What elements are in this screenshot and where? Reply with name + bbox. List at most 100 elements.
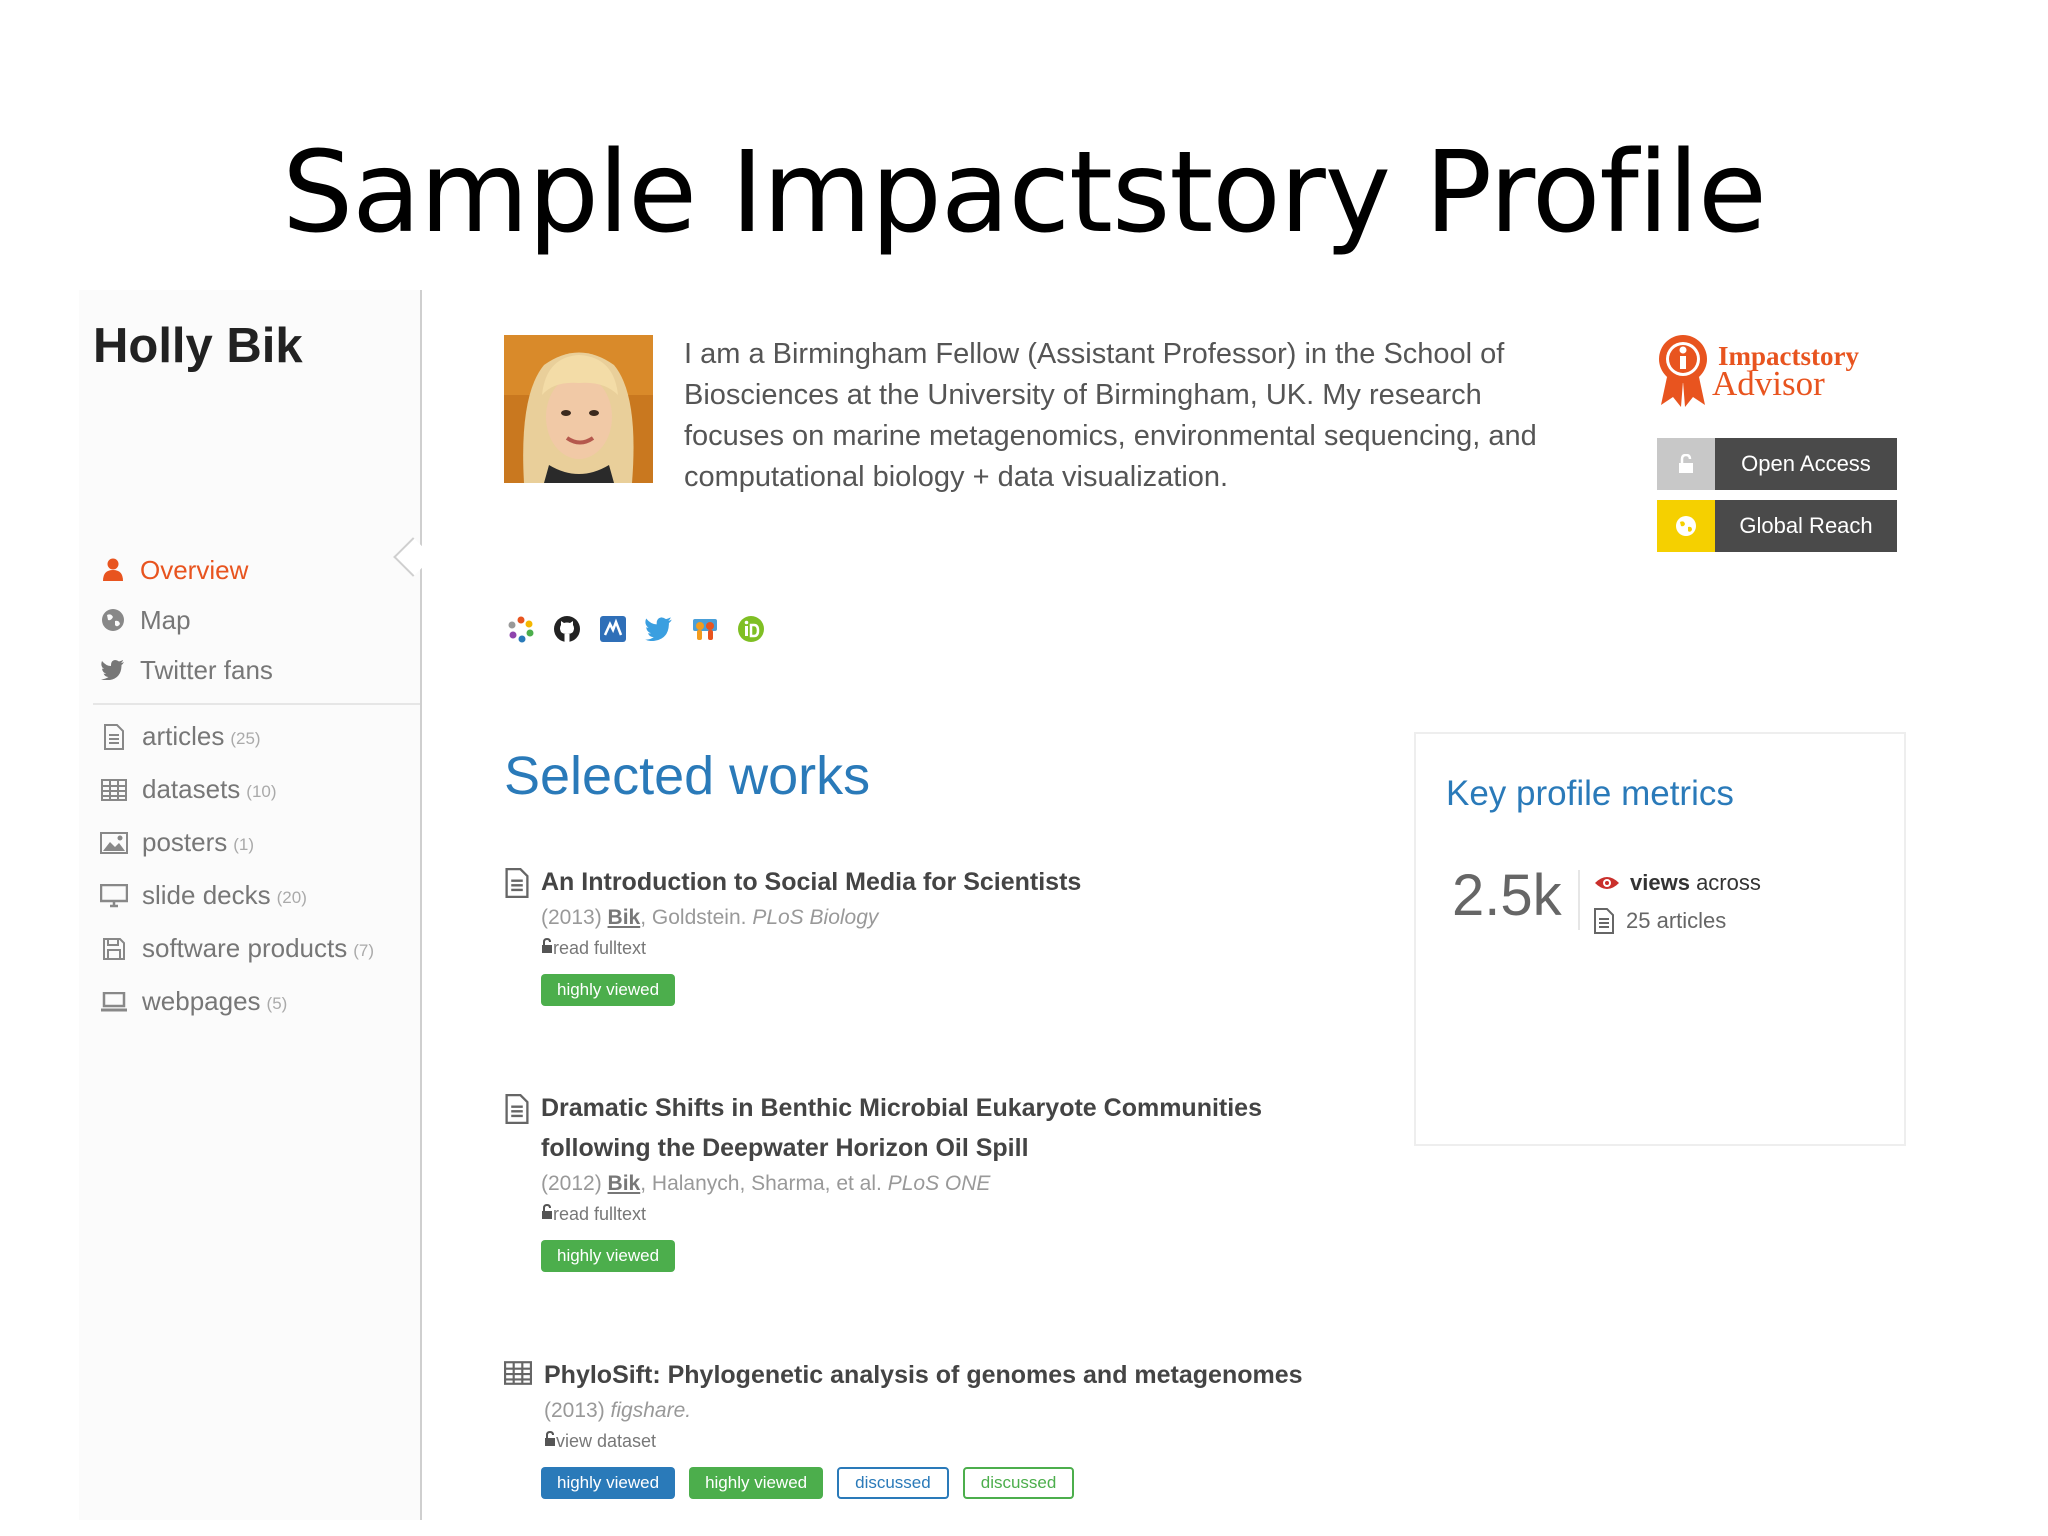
- category-posters[interactable]: posters (1): [100, 816, 420, 869]
- document-icon: [505, 1094, 529, 1124]
- work-author-self: Bik: [607, 906, 641, 929]
- metric-across: across: [1696, 870, 1761, 895]
- view-dataset-link[interactable]: view dataset: [544, 1427, 1324, 1455]
- nav-item-twitter-fans[interactable]: Twitter fans: [100, 645, 420, 695]
- read-fulltext-link[interactable]: read fulltext: [541, 1200, 1324, 1228]
- user-icon: [100, 557, 126, 583]
- link-label: read fulltext: [553, 938, 647, 958]
- slideshare-icon[interactable]: [689, 613, 720, 644]
- unlock-icon: [1657, 438, 1715, 490]
- figshare-icon[interactable]: [597, 613, 628, 644]
- tag-highly-viewed-scholars[interactable]: highly viewed: [541, 1467, 676, 1499]
- sidebar-divider: [420, 290, 422, 1520]
- work-venue: figshare.: [610, 1399, 692, 1422]
- key-metrics-panel: Key profile metrics 2.5k views across 25…: [1414, 732, 1906, 1146]
- table-icon: [504, 1361, 532, 1385]
- category-label: articles: [142, 721, 225, 751]
- work-title-line: following the Deepwater Horizon Oil Spil…: [541, 1134, 1029, 1162]
- work-meta: (2012) Bik, Halanych, Sharma, et al. PLo…: [541, 1168, 1324, 1200]
- work-venue: PLoS ONE: [887, 1172, 991, 1195]
- work-title[interactable]: PhyloSift: Phylogenetic analysis of geno…: [544, 1355, 1324, 1395]
- category-count: (5): [266, 993, 288, 1013]
- metric-articles-row[interactable]: 25 articles: [1594, 908, 1726, 934]
- nav-label: Map: [140, 604, 191, 635]
- link-label: read fulltext: [553, 1204, 647, 1224]
- key-metrics-heading: Key profile metrics: [1446, 774, 1734, 813]
- work-tags: highly viewed: [541, 974, 1324, 1006]
- category-label: webpages: [142, 986, 261, 1016]
- profile-bio: I am a Birmingham Fellow (Assistant Prof…: [684, 338, 1537, 493]
- category-count: (25): [230, 728, 261, 748]
- category-label: posters: [142, 827, 228, 857]
- unlock-icon: [542, 1203, 552, 1219]
- category-webpages[interactable]: webpages (5): [100, 975, 420, 1028]
- selected-works-heading: Selected works: [504, 746, 871, 806]
- work-title[interactable]: An Introduction to Social Media for Scie…: [541, 862, 1324, 902]
- metric-views-row: views across: [1594, 870, 1761, 896]
- category-datasets[interactable]: datasets (10): [100, 763, 420, 816]
- nav-divider: [93, 703, 420, 705]
- work-tags: highly viewed: [541, 1240, 1324, 1272]
- category-label: software products: [142, 933, 348, 963]
- github-icon[interactable]: [551, 613, 582, 644]
- metric-value: 2.5k: [1452, 863, 1562, 928]
- profile-nav: Overview Map Twitter fans: [100, 545, 420, 695]
- work-authors: , Halanych, Sharma, et al.: [640, 1172, 882, 1195]
- floppy-disk-icon: [100, 936, 128, 962]
- document-icon: [100, 723, 128, 750]
- tag-highly-viewed-public[interactable]: highly viewed: [689, 1467, 824, 1499]
- nav-label: Twitter fans: [140, 654, 273, 685]
- work-authors: , Goldstein.: [640, 906, 747, 929]
- category-software-products[interactable]: software products (7): [100, 922, 420, 975]
- metric-divider: [1578, 870, 1580, 930]
- eye-icon: [1595, 877, 1619, 889]
- work-author-self: Bik: [607, 1172, 641, 1195]
- work-year: (2013): [541, 906, 602, 929]
- link-label: view dataset: [556, 1431, 657, 1451]
- nav-item-overview[interactable]: Overview: [100, 545, 420, 595]
- slide-title: Sample Impactstory Profile: [282, 128, 1767, 258]
- award-label: Global Reach: [1715, 500, 1897, 552]
- advisor-line2: Advisor: [1712, 364, 1825, 403]
- tag-highly-viewed[interactable]: highly viewed: [541, 1240, 676, 1272]
- read-fulltext-link[interactable]: read fulltext: [541, 934, 1324, 962]
- monitor-icon: [100, 883, 128, 909]
- globe-icon: [100, 607, 126, 633]
- metric-articles: 25 articles: [1626, 908, 1727, 933]
- tag-discussed-scholars[interactable]: discussed: [837, 1467, 949, 1499]
- tag-discussed-public[interactable]: discussed: [962, 1467, 1075, 1499]
- profile-name: Holly Bik: [93, 319, 303, 373]
- metric-views-word: views: [1630, 870, 1690, 895]
- works-category-nav: articles (25) datasets (10) posters (1) …: [100, 710, 420, 1028]
- work-meta: (2013) Bik, Goldstein. PLoS Biology: [541, 902, 1324, 934]
- award-open-access[interactable]: Open Access: [1657, 438, 1897, 490]
- award-global-reach[interactable]: Global Reach: [1657, 500, 1897, 552]
- work-tags: highly viewed highly viewed discussed di…: [541, 1467, 1324, 1499]
- globe-icon: [1657, 500, 1715, 552]
- work-title-line: Dramatic Shifts in Benthic Microbial Euk…: [541, 1094, 1262, 1122]
- category-count: (1): [233, 834, 255, 854]
- document-icon: [1594, 908, 1614, 934]
- impactstory-icon[interactable]: [505, 613, 536, 644]
- impactstory-advisor-badge[interactable]: Impactstory Advisor: [1655, 333, 1895, 411]
- laptop-icon: [100, 989, 128, 1015]
- nav-item-map[interactable]: Map: [100, 595, 420, 645]
- unlock-icon: [545, 1430, 555, 1446]
- work-item: An Introduction to Social Media for Scie…: [504, 862, 1324, 1006]
- orcid-icon[interactable]: [735, 613, 766, 644]
- category-count: (10): [246, 781, 277, 801]
- category-count: (20): [276, 887, 307, 907]
- twitter-icon: [100, 657, 126, 683]
- social-links: [505, 613, 766, 644]
- award-label: Open Access: [1715, 438, 1897, 490]
- unlock-icon: [542, 937, 552, 953]
- work-title[interactable]: Dramatic Shifts in Benthic Microbial Euk…: [541, 1088, 1324, 1168]
- work-venue: PLoS Biology: [752, 906, 879, 929]
- category-articles[interactable]: articles (25): [100, 710, 420, 763]
- work-item: Dramatic Shifts in Benthic Microbial Euk…: [504, 1088, 1324, 1272]
- tag-highly-viewed[interactable]: highly viewed: [541, 974, 676, 1006]
- category-slide-decks[interactable]: slide decks (20): [100, 869, 420, 922]
- table-icon: [100, 777, 128, 803]
- twitter-icon[interactable]: [643, 613, 674, 644]
- category-count: (7): [353, 940, 374, 960]
